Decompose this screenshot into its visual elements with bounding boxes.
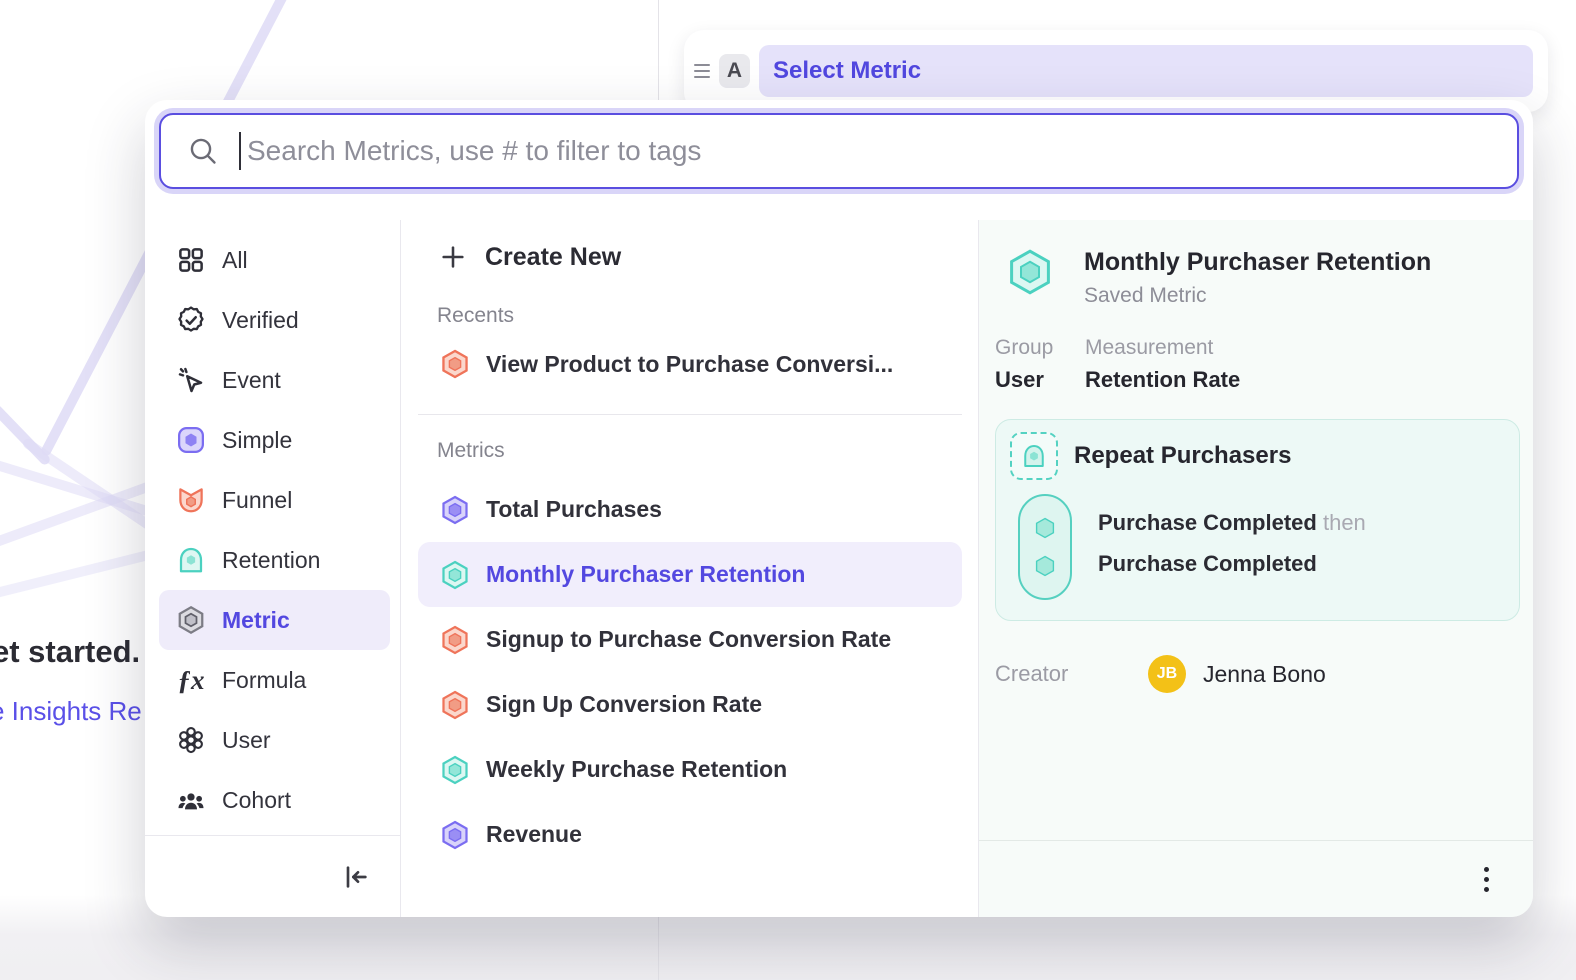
more-options-button[interactable]	[1478, 861, 1495, 898]
sidebar-item-metric[interactable]: Metric	[159, 590, 390, 650]
definition-name: Repeat Purchasers	[1074, 442, 1291, 470]
recents-section-label: Recents	[401, 304, 978, 328]
plus-icon	[439, 243, 467, 271]
search-field[interactable]	[159, 113, 1519, 189]
sidebar-item-all[interactable]: All	[159, 230, 390, 290]
detail-meta: Group User Measurement Retention Rate	[978, 336, 1533, 393]
metric-list-item[interactable]: Revenue	[418, 802, 962, 867]
background-insights-report-link[interactable]: e Insights Re	[0, 696, 142, 727]
recent-metric-label: View Product to Purchase Conversi...	[486, 351, 893, 378]
measurement-value: Retention Rate	[1085, 367, 1240, 393]
funnel-icon	[175, 484, 207, 516]
formula-icon: ƒx	[175, 664, 207, 696]
sidebar-item-user[interactable]: User	[159, 710, 390, 770]
search-icon	[187, 135, 219, 167]
metric-label: Revenue	[486, 821, 582, 848]
metric-list-item[interactable]: Sign Up Conversion Rate	[418, 672, 962, 737]
cursor-click-icon	[175, 364, 207, 396]
retention-icon	[175, 544, 207, 576]
sidebar-item-label: Formula	[222, 667, 306, 694]
metrics-section-label: Metrics	[401, 439, 978, 463]
metric-list-item-selected[interactable]: Monthly Purchaser Retention	[418, 542, 962, 607]
group-label: Group	[995, 336, 1085, 360]
sidebar-item-label: Event	[222, 367, 281, 394]
sidebar-item-label: User	[222, 727, 271, 754]
column-divider	[978, 220, 979, 917]
metric-picker-modal: All Verified	[145, 100, 1533, 917]
sidebar-item-label: Funnel	[222, 487, 292, 514]
list-divider	[418, 414, 962, 415]
metric-detail-panel: Monthly Purchaser Retention Saved Metric…	[978, 220, 1533, 917]
metric-label: Weekly Purchase Retention	[486, 756, 787, 783]
metric-label: Total Purchases	[486, 496, 662, 523]
recent-metric-item[interactable]: View Product to Purchase Conversi...	[418, 336, 962, 392]
user-cluster-icon	[175, 724, 207, 756]
detail-subtitle: Saved Metric	[1084, 284, 1431, 308]
step-hexagon-icon	[1033, 554, 1057, 578]
metric-hexagon-purple-icon	[440, 495, 470, 525]
select-metric-button[interactable]: Select Metric	[759, 45, 1533, 97]
simple-metric-icon	[175, 424, 207, 456]
metric-list-item[interactable]: Weekly Purchase Retention	[418, 737, 962, 802]
creator-label: Creator	[995, 661, 1148, 687]
metric-list-column: Create New Recents View Product to Purch…	[401, 220, 978, 917]
creator-avatar: JB	[1148, 655, 1186, 693]
screen: et started. e Insights Re A Select Metri…	[0, 0, 1576, 980]
sidebar-item-label: Simple	[222, 427, 292, 454]
sidebar-item-funnel[interactable]: Funnel	[159, 470, 390, 530]
filter-sidebar: All Verified	[145, 220, 400, 917]
definition-step2: Purchase Completed	[1098, 543, 1366, 584]
sidebar-item-cohort[interactable]: Cohort	[159, 770, 390, 830]
sidebar-item-label: Metric	[222, 607, 290, 634]
sidebar-item-event[interactable]: Event	[159, 350, 390, 410]
drag-handle-icon[interactable]	[694, 64, 710, 78]
create-new-button[interactable]: Create New	[401, 236, 978, 278]
background-partial-heading: et started.	[0, 634, 140, 670]
creator-name: Jenna Bono	[1203, 661, 1326, 688]
detail-title: Monthly Purchaser Retention	[1084, 248, 1431, 277]
creator-row: Creator JB Jenna Bono	[978, 655, 1533, 693]
measurement-label: Measurement	[1085, 336, 1240, 360]
grid-icon	[175, 244, 207, 276]
sidebar-item-simple[interactable]: Simple	[159, 410, 390, 470]
sidebar-item-formula[interactable]: ƒx Formula	[159, 650, 390, 710]
sidebar-item-label: All	[222, 247, 248, 274]
step-hexagon-icon	[1033, 516, 1057, 540]
metric-list-item[interactable]: Signup to Purchase Conversion Rate	[418, 607, 962, 672]
metric-label: Monthly Purchaser Retention	[486, 561, 805, 588]
metric-row-badge: A	[719, 54, 750, 88]
retention-steps-capsule	[1018, 494, 1072, 600]
metric-hexagon-teal-icon	[440, 755, 470, 785]
metric-hexagon-teal-icon	[1006, 248, 1054, 296]
sidebar-footer	[145, 835, 400, 917]
cohort-icon	[175, 784, 207, 816]
definition-card: Repeat Purchasers Purchase Comp	[995, 419, 1520, 621]
search-input[interactable]	[247, 135, 1517, 167]
metric-list-item[interactable]: Total Purchases	[418, 477, 962, 542]
metric-hexagon-orange-icon	[440, 690, 470, 720]
metric-hexagon-icon	[175, 604, 207, 636]
definition-step1: Purchase Completed	[1098, 510, 1317, 535]
metric-hexagon-orange-icon	[440, 349, 470, 379]
sidebar-item-label: Verified	[222, 307, 299, 334]
metric-hexagon-orange-icon	[440, 625, 470, 655]
metric-hexagon-teal-icon	[440, 560, 470, 590]
sidebar-item-verified[interactable]: Verified	[159, 290, 390, 350]
text-cursor	[239, 132, 241, 170]
group-value: User	[995, 367, 1085, 393]
verified-badge-icon	[175, 304, 207, 336]
metric-label: Signup to Purchase Conversion Rate	[486, 626, 891, 653]
retention-definition-icon	[1010, 432, 1058, 480]
create-new-label: Create New	[485, 243, 621, 272]
metric-label: Sign Up Conversion Rate	[486, 691, 762, 718]
sidebar-item-retention[interactable]: Retention	[159, 530, 390, 590]
sidebar-item-label: Cohort	[222, 787, 291, 814]
detail-footer	[978, 840, 1533, 917]
definition-connector: then	[1323, 510, 1366, 535]
sidebar-item-label: Retention	[222, 547, 320, 574]
collapse-sidebar-button[interactable]	[340, 861, 372, 893]
metric-hexagon-purple-icon	[440, 820, 470, 850]
